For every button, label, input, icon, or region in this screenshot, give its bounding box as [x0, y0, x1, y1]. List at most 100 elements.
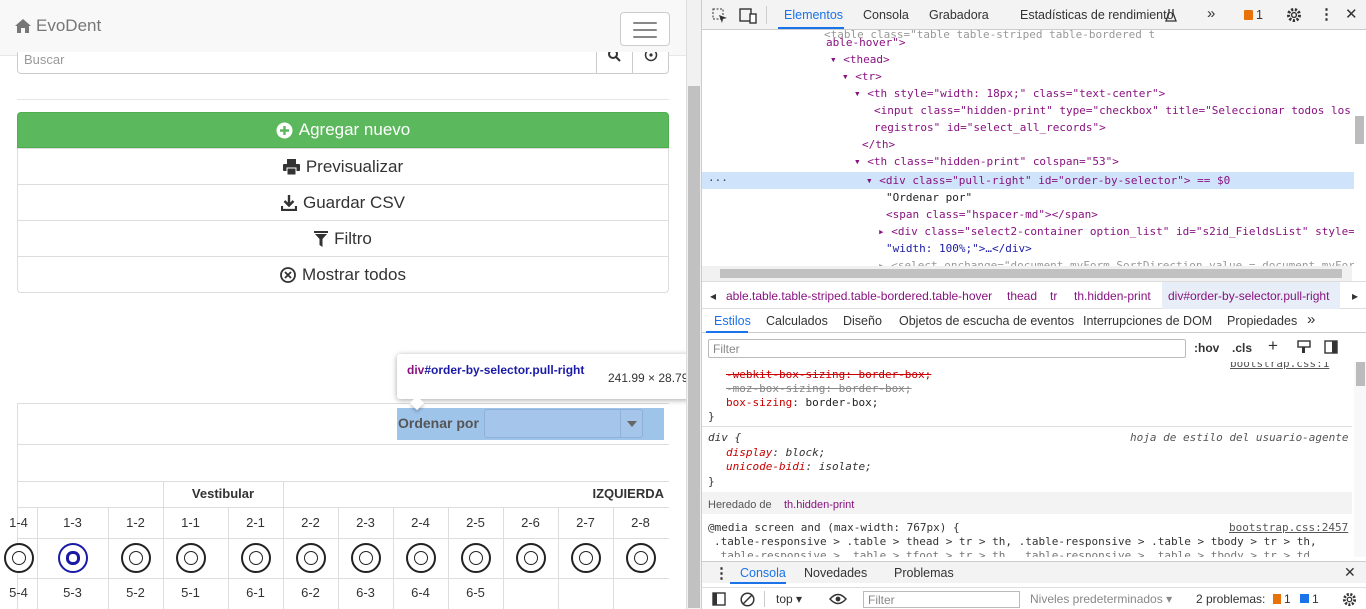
eye-icon[interactable]	[829, 593, 847, 605]
more-options-icon[interactable]: ⋮	[1319, 5, 1334, 23]
tooth-icon[interactable]	[460, 543, 491, 573]
log-levels-select[interactable]: Niveles predeterminados ▾	[1030, 592, 1172, 606]
preview-button[interactable]: Previsualizar	[17, 148, 669, 185]
device-toggle-icon[interactable]	[739, 8, 757, 24]
dom-line[interactable]: "width: 100%;">…</div>	[886, 240, 1032, 257]
styles-scrollbar[interactable]	[1354, 362, 1366, 557]
tooth-icon[interactable]	[120, 543, 151, 573]
source-link[interactable]: bootstrap.css:2457	[1229, 520, 1348, 535]
tab-performance-insights[interactable]: Estadísticas de rendimiento	[1020, 8, 1174, 22]
dom-line[interactable]: ▾ <th class="hidden-print" colspan="53">	[854, 153, 1119, 170]
breadcrumb-item[interactable]: able.table.table-striped.table-bordered.…	[726, 289, 992, 303]
dom-line[interactable]: </th>	[862, 136, 895, 153]
page-scrollbar[interactable]	[686, 0, 701, 609]
css-selector[interactable]: div {	[708, 430, 741, 445]
inspect-element-icon[interactable]	[712, 8, 728, 24]
filter-button[interactable]: Filtro	[17, 220, 669, 257]
search-button[interactable]	[596, 52, 632, 73]
add-new-button[interactable]: Agregar nuevo	[17, 112, 669, 148]
css-declaration[interactable]: display: block;	[726, 445, 825, 460]
dom-line-selected[interactable]: ▾ <div class="pull-right" id="order-by-s…	[866, 172, 1230, 189]
close-icon[interactable]: ✕	[1345, 5, 1358, 23]
tooth-icon[interactable]	[295, 543, 326, 573]
console-settings-gear-icon[interactable]	[1342, 592, 1357, 607]
hov-toggle[interactable]: :hov	[1194, 341, 1219, 355]
tooth-icon[interactable]	[570, 543, 601, 573]
show-all-button[interactable]: Mostrar todos	[17, 256, 669, 293]
console-filter-input[interactable]: Filter	[863, 591, 1020, 608]
css-selector[interactable]: .table-responsive > .table > tfoot > tr …	[714, 548, 1310, 557]
cls-toggle[interactable]: .cls	[1232, 341, 1252, 355]
tooth-icon[interactable]	[175, 543, 206, 573]
dom-horizontal-scrollbar[interactable]	[702, 266, 1352, 281]
drawer-tab-console[interactable]: Consola	[740, 566, 786, 580]
css-declaration[interactable]: unicode-bidi: isolate;	[726, 459, 872, 474]
tooth-icon[interactable]	[350, 543, 381, 573]
paint-icon[interactable]	[1297, 340, 1311, 354]
brand-link[interactable]: EvoDent	[14, 16, 101, 36]
drawer-menu-icon[interactable]: ⋮	[714, 564, 729, 582]
tab-properties[interactable]: Propiedades	[1227, 314, 1297, 328]
dom-line[interactable]: registros" id="select_all_records">	[874, 119, 1106, 136]
css-declaration[interactable]: -webkit-box-sizing: border-box;	[726, 367, 931, 382]
search-input[interactable]: Buscar	[17, 52, 669, 74]
tab-elements[interactable]: Elementos	[784, 8, 843, 22]
more-dots-icon[interactable]: ···	[708, 172, 728, 189]
problems-count-label[interactable]: 2 problemas:	[1196, 592, 1265, 606]
breadcrumb-item[interactable]: tr	[1050, 289, 1057, 303]
tooth-icon[interactable]	[57, 543, 88, 573]
more-tabs-icon[interactable]: »	[1207, 5, 1215, 22]
breadcrumb-item[interactable]: th.hidden-print	[1074, 289, 1151, 303]
save-csv-button[interactable]: Guardar CSV	[17, 184, 669, 221]
tab-dom-breakpoints[interactable]: Interrupciones de DOM	[1083, 314, 1212, 328]
tab-console[interactable]: Consola	[863, 8, 909, 22]
tooth-number-upper: 2-1	[246, 515, 265, 530]
css-selector[interactable]: .table-responsive > .table > thead > tr …	[714, 534, 1317, 549]
inherited-from[interactable]: th.hidden-print	[784, 498, 854, 513]
dom-line[interactable]: ▾ <thead>	[830, 51, 890, 68]
dom-line[interactable]: ▾ <tr>	[842, 68, 882, 85]
add-rule-icon[interactable]: +	[1268, 336, 1278, 356]
dom-line[interactable]: <span class="hspacer-md"></span>	[886, 206, 1098, 223]
tab-computed[interactable]: Calculados	[766, 314, 828, 328]
breadcrumb-next-icon[interactable]: ▸	[1352, 289, 1358, 303]
breadcrumb-item[interactable]: thead	[1007, 289, 1037, 303]
scrollbar-thumb[interactable]	[688, 86, 700, 608]
tooth-icon[interactable]	[515, 543, 546, 573]
drawer-tab-whats-new[interactable]: Novedades	[804, 566, 867, 580]
tab-event-listeners[interactable]: Objetos de escucha de eventos	[899, 314, 1074, 328]
dom-line[interactable]: ▾ <th style="width: 18px;" class="text-c…	[854, 85, 1165, 102]
tooth-icon[interactable]	[625, 543, 656, 573]
dom-line[interactable]: able-hover">	[826, 34, 905, 51]
settings-gear-icon[interactable]	[1286, 7, 1302, 23]
select-arrow[interactable]	[620, 410, 642, 437]
dom-scrollbar[interactable]	[1352, 30, 1366, 266]
tab-styles[interactable]: Estilos	[714, 314, 751, 328]
tooth-icon[interactable]	[240, 543, 271, 573]
css-declaration[interactable]: -moz-box-sizing: border-box;	[726, 381, 911, 396]
issues-count[interactable]: 1	[1256, 8, 1263, 22]
styles-filter-input[interactable]: Filter	[708, 339, 1186, 358]
tooth-icon[interactable]	[3, 543, 34, 573]
clear-search-button[interactable]	[632, 52, 669, 73]
dom-line[interactable]: <input class="hidden-print" type="checkb…	[874, 102, 1351, 119]
more-tabs-icon[interactable]: »	[1307, 311, 1315, 328]
dom-line[interactable]: "Ordenar por"	[886, 189, 972, 206]
drawer-tab-issues[interactable]: Problemas	[894, 566, 954, 580]
dom-tree[interactable]: <table class="table table-striped table-…	[702, 30, 1354, 266]
sidebar-toggle-icon[interactable]	[1324, 340, 1338, 354]
menu-toggle-button[interactable]	[620, 12, 670, 46]
context-select[interactable]: top ▾	[776, 592, 802, 606]
tooth-icon[interactable]	[405, 543, 436, 573]
breadcrumb-prev-icon[interactable]: ◂	[710, 289, 716, 303]
order-by-select[interactable]	[484, 409, 643, 438]
tab-recorder[interactable]: Grabadora	[929, 8, 989, 22]
clear-console-icon[interactable]	[740, 592, 755, 607]
dom-line[interactable]: ▸ <div class="select2-container option_l…	[878, 223, 1354, 240]
breadcrumb-item-selected[interactable]: div#order-by-selector.pull-right	[1168, 289, 1329, 303]
sidebar-icon[interactable]	[712, 592, 726, 606]
plus-circle-icon	[276, 122, 293, 138]
drawer-close-icon[interactable]: ✕	[1344, 564, 1356, 581]
tab-layout[interactable]: Diseño	[843, 314, 882, 328]
css-declaration[interactable]: box-sizing: border-box;	[726, 395, 878, 410]
